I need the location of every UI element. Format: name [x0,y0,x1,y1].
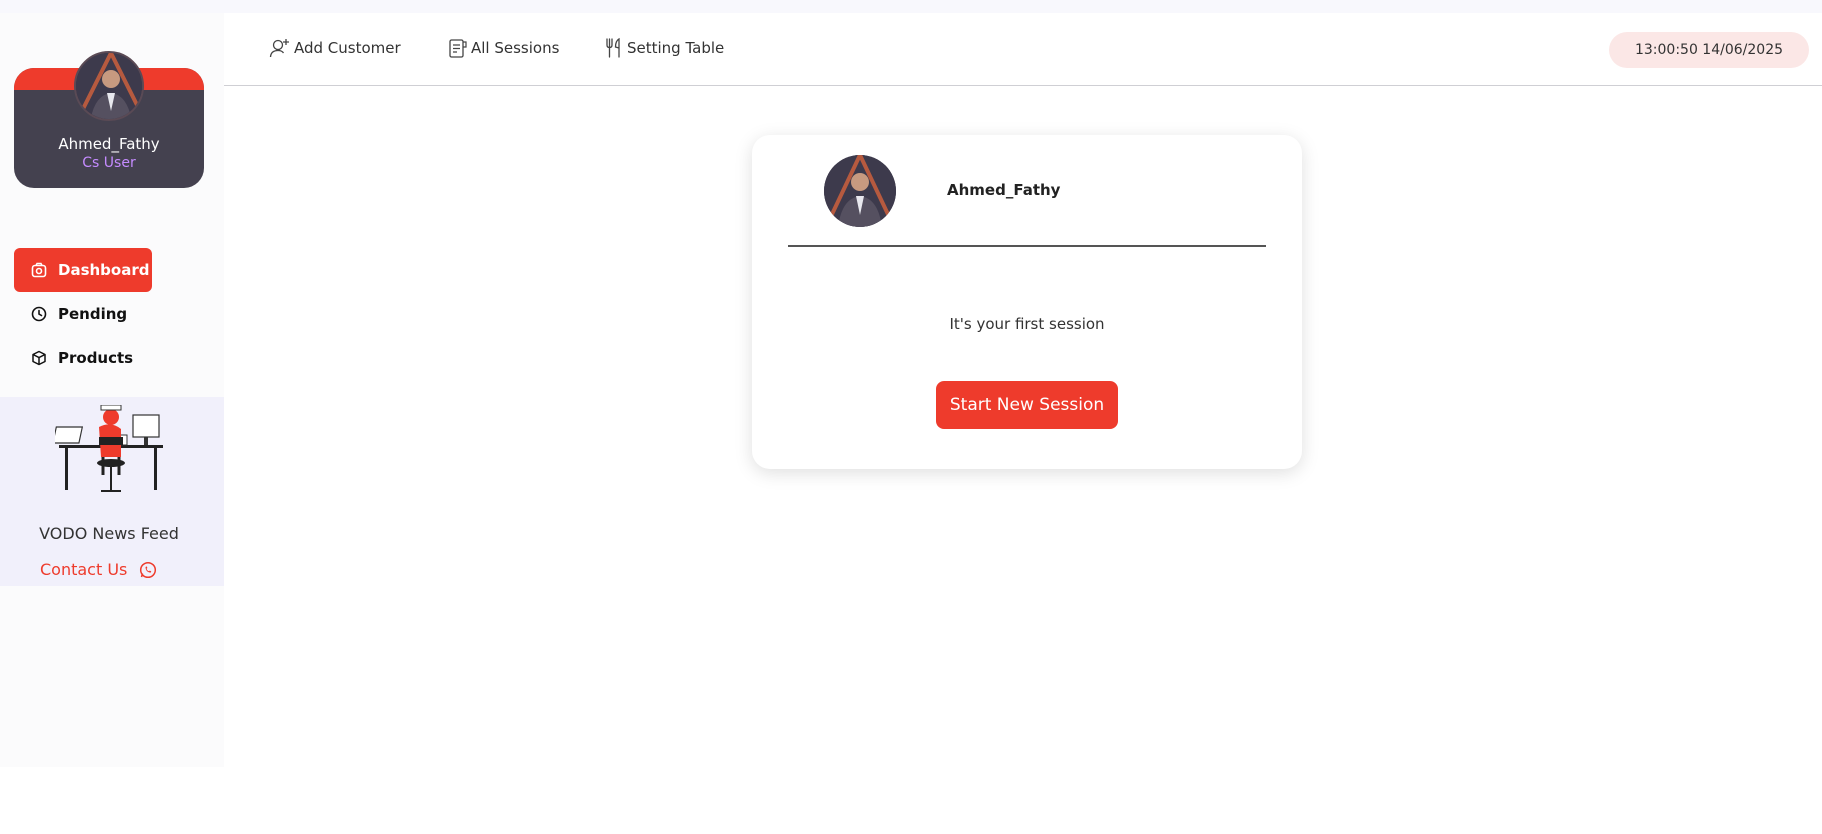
box-icon [30,349,48,367]
clock-icon [30,305,48,323]
session-card: Ahmed_Fathy It's your first session Star… [752,135,1302,469]
sidebar-item-dashboard[interactable]: Dashboard [14,248,152,292]
avatar [74,51,144,121]
all-sessions-button[interactable]: All Sessions [448,37,559,59]
avatar [824,155,896,227]
profile-name: Ahmed_Fathy [58,135,160,153]
news-feed-promo: VODO News Feed Contact Us [0,397,224,586]
session-message: It's your first session [949,315,1105,333]
contact-us-link[interactable]: Contact Us [40,560,157,579]
add-customer-label: Add Customer [294,39,401,57]
clock-display: 13:00:50 14/06/2025 [1609,32,1809,68]
all-sessions-label: All Sessions [471,39,560,57]
sidebar-item-label: Dashboard [58,261,150,279]
add-customer-button[interactable]: Add Customer [269,37,401,59]
desk-illustration [52,404,167,497]
fork-knife-icon [606,37,620,58]
promo-title: VODO News Feed [39,524,179,543]
camera-icon [30,261,48,279]
add-user-icon [269,39,289,58]
sidebar-nav: Dashboard Pending Products [14,248,204,380]
setting-table-label: Setting Table [627,39,725,57]
setting-table-button[interactable]: Setting Table [604,37,724,59]
contact-us-label: Contact Us [40,560,128,579]
sidebar-item-label: Pending [58,305,128,323]
session-user-name: Ahmed_Fathy [947,181,1061,199]
receipt-icon [449,39,467,58]
sidebar-item-products[interactable]: Products [14,336,152,380]
top-strip [0,0,1822,13]
sidebar-item-label: Products [58,349,134,367]
divider [788,245,1266,247]
top-bar: Add Customer All Sessions Setting Table … [224,13,1822,86]
whatsapp-icon [139,561,157,579]
sidebar-item-pending[interactable]: Pending [14,292,152,336]
start-new-session-button[interactable]: Start New Session [936,381,1118,429]
profile-role: Cs User [82,155,136,171]
